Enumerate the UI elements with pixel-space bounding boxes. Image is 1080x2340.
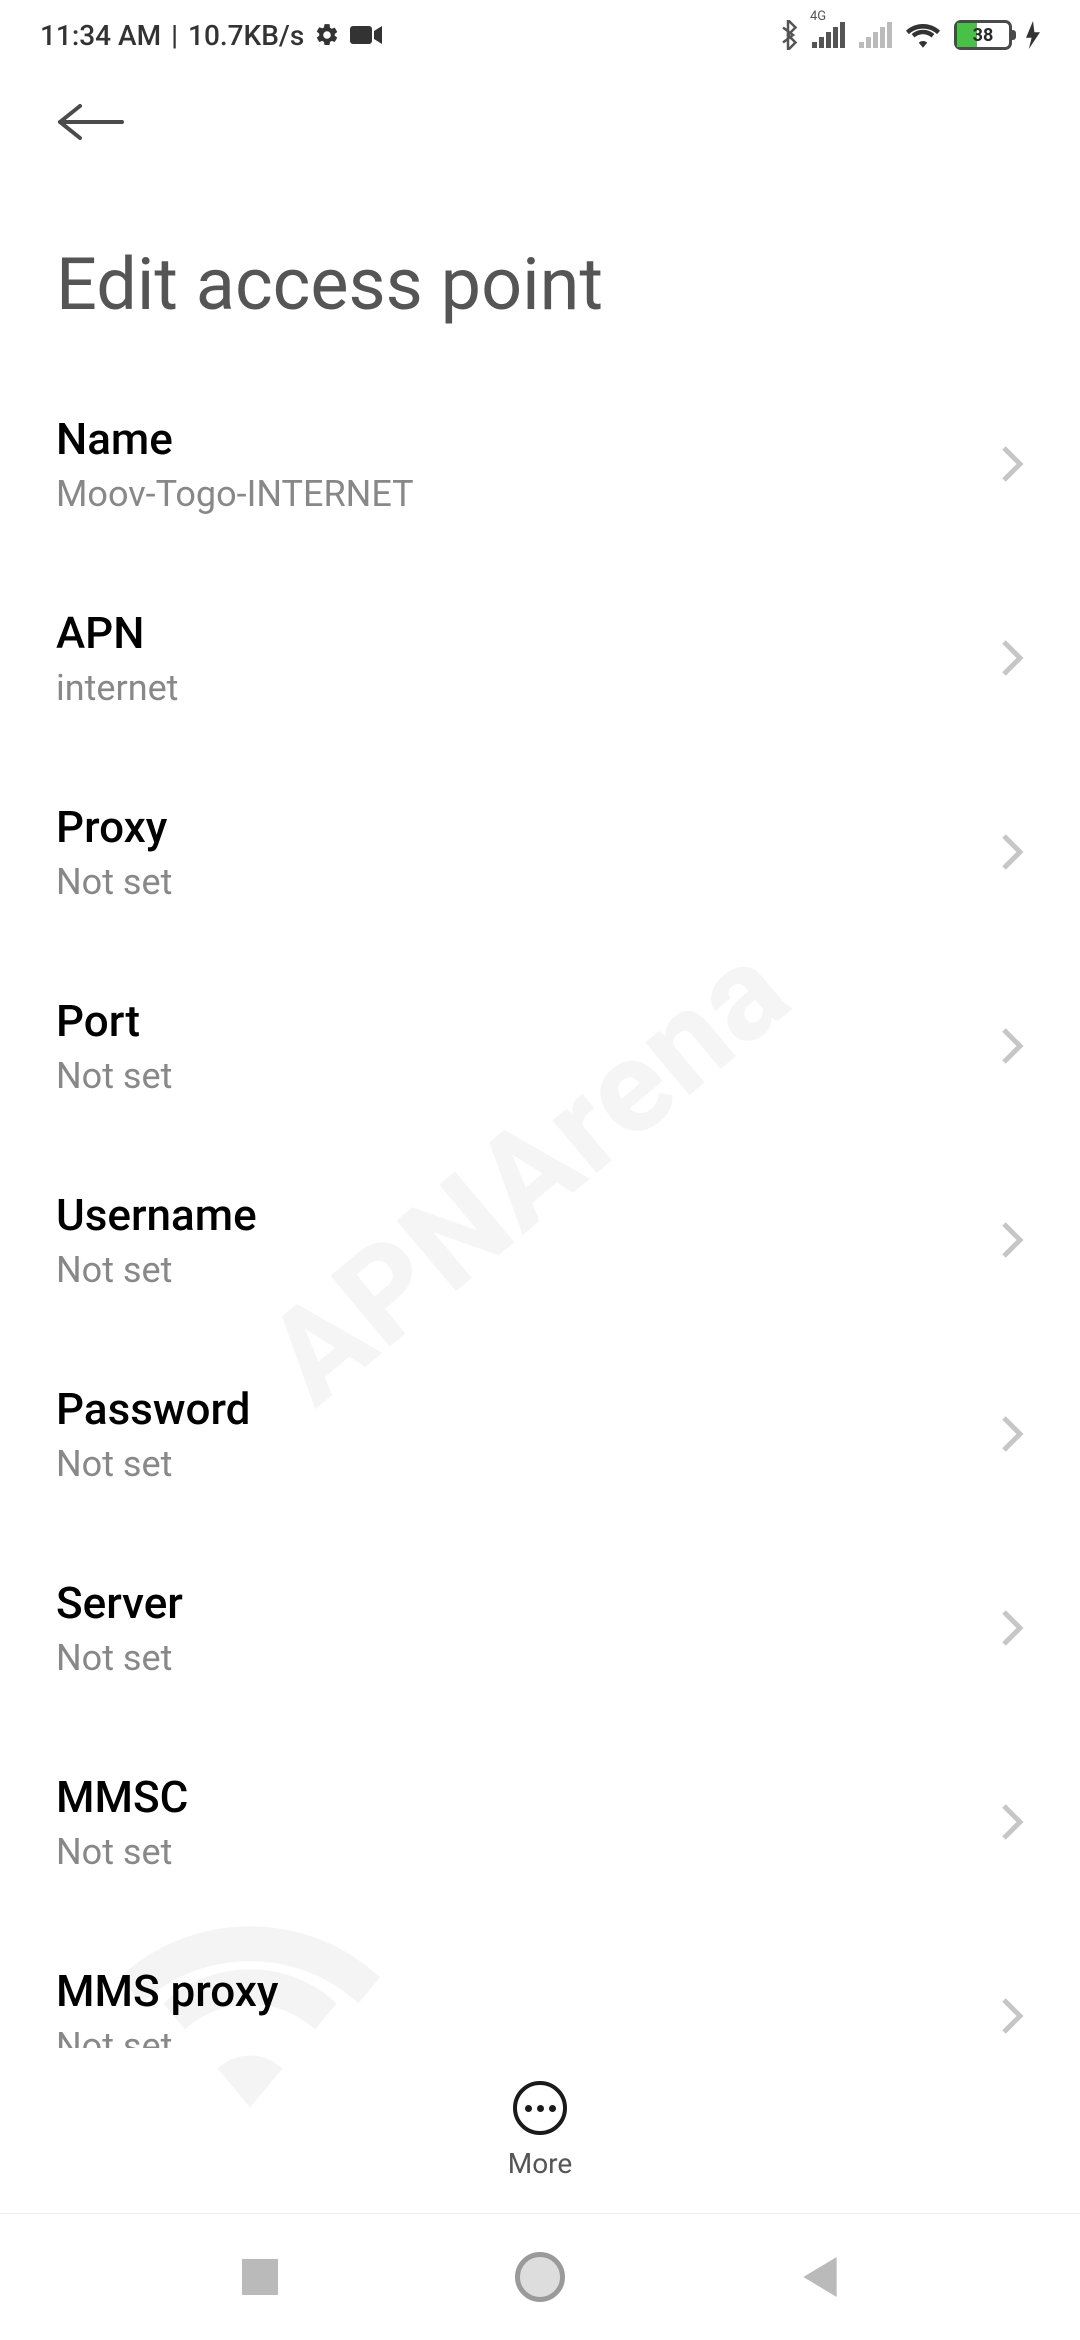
status-left: 11:34 AM | 10.7KB/s xyxy=(40,19,382,52)
appbar xyxy=(0,70,1080,164)
more-icon xyxy=(513,2081,567,2135)
setting-value: Not set xyxy=(56,1831,188,1873)
setting-label: Proxy xyxy=(56,801,172,853)
chevron-right-icon xyxy=(1000,1802,1024,1842)
setting-label: MMSC xyxy=(56,1771,188,1823)
setting-port[interactable]: Port Not set xyxy=(0,949,1080,1143)
charging-icon xyxy=(1026,21,1040,49)
setting-mms-proxy[interactable]: MMS proxy Not set xyxy=(0,1919,1080,2048)
back-triangle-icon xyxy=(802,2257,838,2297)
setting-label: Password xyxy=(56,1383,250,1435)
setting-name[interactable]: Name Moov-Togo-INTERNET xyxy=(0,367,1080,561)
chevron-right-icon xyxy=(1000,1996,1024,2036)
chevron-right-icon xyxy=(1000,1608,1024,1648)
chevron-right-icon xyxy=(1000,832,1024,872)
setting-proxy[interactable]: Proxy Not set xyxy=(0,755,1080,949)
setting-mmsc[interactable]: MMSC Not set xyxy=(0,1725,1080,1919)
setting-value: Not set xyxy=(56,1443,250,1485)
setting-label: Server xyxy=(56,1577,183,1629)
setting-label: Name xyxy=(56,413,414,465)
setting-username[interactable]: Username Not set xyxy=(0,1143,1080,1337)
page-title: Edit access point xyxy=(0,164,1080,367)
setting-value: Not set xyxy=(56,861,172,903)
chevron-right-icon xyxy=(1000,1414,1024,1454)
status-bar: 11:34 AM | 10.7KB/s 4G 38 xyxy=(0,0,1080,70)
recent-apps-icon xyxy=(242,2259,278,2295)
chevron-right-icon xyxy=(1000,1220,1024,1260)
home-icon xyxy=(515,2252,565,2302)
chevron-right-icon xyxy=(1000,1026,1024,1066)
back-button[interactable] xyxy=(56,102,126,142)
camera-icon xyxy=(350,24,382,46)
status-sep: | xyxy=(171,19,178,52)
setting-label: MMS proxy xyxy=(56,1965,278,2017)
setting-label: Port xyxy=(56,995,172,1047)
setting-label: Username xyxy=(56,1189,257,1241)
battery-icon: 38 xyxy=(954,20,1012,50)
setting-value: Not set xyxy=(56,1249,257,1291)
setting-apn[interactable]: APN internet xyxy=(0,561,1080,755)
setting-value: Not set xyxy=(56,1055,172,1097)
setting-value: internet xyxy=(56,667,178,709)
status-data-rate: 10.7KB/s xyxy=(188,19,304,52)
more-button[interactable]: More xyxy=(508,2081,573,2180)
setting-password[interactable]: Password Not set xyxy=(0,1337,1080,1531)
bluetooth-icon xyxy=(778,20,798,50)
nav-home-button[interactable] xyxy=(500,2237,580,2317)
settings-list: Name Moov-Togo-INTERNET APN internet Pro… xyxy=(0,367,1080,2048)
status-time: 11:34 AM xyxy=(40,19,161,52)
setting-value: Not set xyxy=(56,2025,278,2048)
wifi-icon xyxy=(906,22,940,48)
setting-value: Moov-Togo-INTERNET xyxy=(56,473,414,515)
gear-icon xyxy=(314,22,340,48)
signal-1-icon: 4G xyxy=(812,22,845,48)
setting-server[interactable]: Server Not set xyxy=(0,1531,1080,1725)
signal-2-icon xyxy=(859,22,892,48)
nav-back-button[interactable] xyxy=(780,2237,860,2317)
more-label: More xyxy=(508,2147,573,2180)
setting-value: Not set xyxy=(56,1637,183,1679)
chevron-right-icon xyxy=(1000,638,1024,678)
bottom-toolbar: More xyxy=(0,2048,1080,2214)
chevron-right-icon xyxy=(1000,444,1024,484)
nav-bar xyxy=(0,2214,1080,2340)
nav-recent-button[interactable] xyxy=(220,2237,300,2317)
status-right: 4G 38 xyxy=(778,20,1040,50)
setting-label: APN xyxy=(56,607,178,659)
